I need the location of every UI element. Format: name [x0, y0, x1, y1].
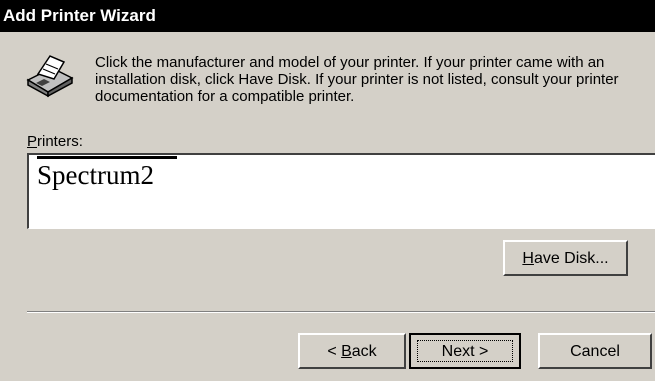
back-button[interactable]: < Back: [298, 333, 406, 369]
have-disk-label: ave Disk...: [533, 250, 609, 267]
have-disk-button[interactable]: Have Disk...: [503, 240, 628, 276]
next-button[interactable]: Next >: [409, 333, 521, 369]
printers-listbox[interactable]: Spectrum2: [27, 153, 655, 229]
back-accel: B: [341, 343, 352, 360]
back-prefix: <: [327, 343, 342, 360]
cancel-label: Cancel: [570, 343, 620, 360]
cancel-button[interactable]: Cancel: [538, 333, 652, 369]
back-label: ack: [351, 343, 377, 360]
printers-label-rest: rinters:: [37, 133, 83, 150]
title-bar[interactable]: Add Printer Wizard: [0, 0, 655, 32]
instructions-text: Click the manufacturer and model of your…: [95, 54, 619, 105]
next-button-focus: Next >: [417, 340, 513, 362]
separator-line: [27, 311, 655, 313]
list-item[interactable]: Spectrum2: [37, 157, 154, 190]
add-printer-wizard-window: Add Printer Wizard Click the manufacture…: [0, 0, 655, 381]
printer-icon: [26, 55, 74, 98]
printers-label: Printers:: [27, 133, 83, 150]
have-disk-accel: H: [522, 250, 534, 267]
window-title: Add Printer Wizard: [3, 6, 156, 25]
printers-label-accel: P: [27, 133, 38, 150]
